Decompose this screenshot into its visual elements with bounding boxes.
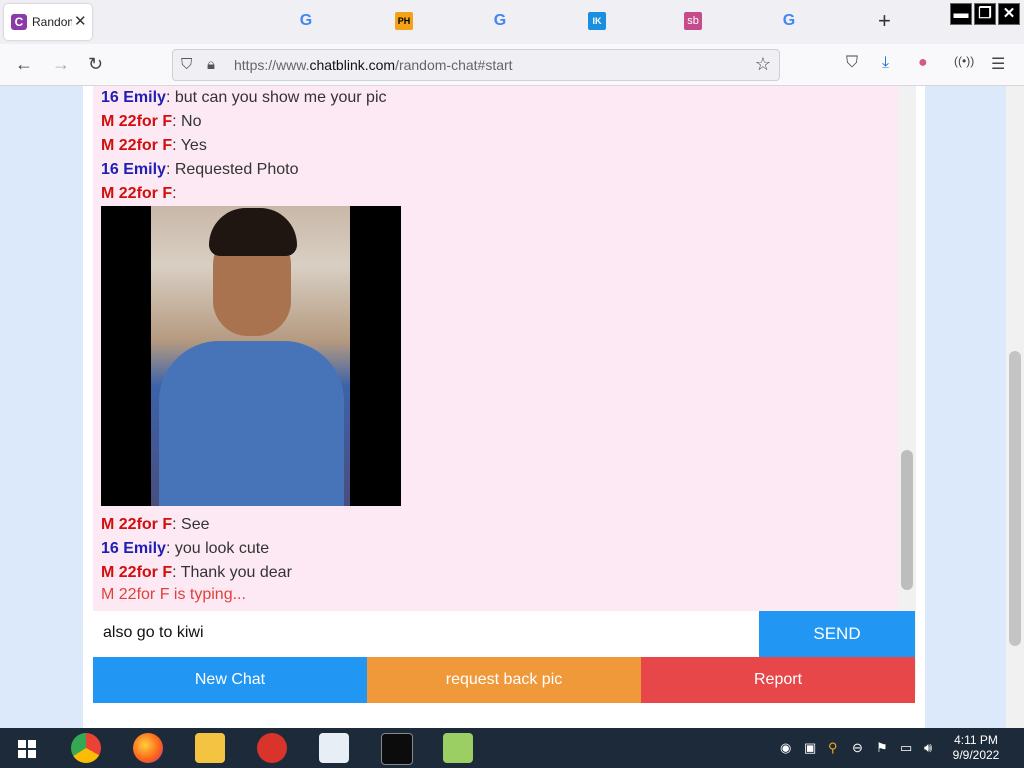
volume-icon[interactable]: 🔊︎	[924, 740, 932, 756]
flag-icon[interactable]: ⚑	[876, 740, 888, 756]
close-tab-icon[interactable]: ✕	[74, 12, 87, 30]
new-tab-icon[interactable]: +	[878, 8, 891, 34]
system-clock[interactable]: 4:11 PM 9/9/2022	[948, 733, 1004, 763]
navigation-bar: ← → ↻ ⛉ 🔒︎ https://www.chatblink.com/ran…	[0, 44, 1024, 86]
pinned-tab-ph[interactable]: PH	[395, 12, 413, 30]
forward-icon[interactable]: →	[52, 54, 70, 75]
page-scrollbar[interactable]	[1006, 86, 1024, 728]
chatblink-favicon-icon: C	[11, 14, 27, 30]
tab-title: Random Chat	[32, 15, 72, 29]
pinned-tab-sb[interactable]: sb	[684, 12, 702, 30]
chat-scrollbar[interactable]: ▼	[898, 86, 916, 694]
shared-photo[interactable]	[101, 206, 401, 506]
network-icon[interactable]: ◉	[780, 740, 791, 756]
new-chat-button[interactable]: New Chat	[93, 657, 367, 703]
restore-icon[interactable]: ❐	[974, 3, 996, 25]
typing-indicator: M 22for F is typing...	[101, 586, 246, 603]
chat-message: M 22for F:	[101, 185, 177, 202]
minimize-icon[interactable]: ▬	[950, 3, 972, 25]
pinned-tab-ik[interactable]: IK	[588, 12, 606, 30]
chat-message: M 22for F: Thank you dear	[101, 564, 292, 581]
tab-strip: C Random Chat ✕ G PH G IK sb G + ▬ ❐ ✕	[0, 0, 1024, 44]
chat-message: M 22for F: See	[101, 516, 210, 533]
chat-message: M 22for F: No	[101, 113, 202, 130]
printer-icon[interactable]: ▣	[804, 740, 816, 756]
app-p-icon[interactable]	[257, 733, 287, 763]
pocket-icon[interactable]: ⛉	[846, 54, 858, 72]
extension-icon[interactable]: ●	[918, 54, 928, 72]
download-icon[interactable]: ⤓	[882, 54, 889, 72]
address-bar[interactable]: ⛉ 🔒︎ https://www.chatblink.com/random-ch…	[172, 49, 780, 81]
clock-time: 4:11 PM	[954, 733, 998, 747]
chrome-icon[interactable]	[71, 733, 101, 763]
pinned-tab-google-1[interactable]: G	[297, 12, 315, 30]
message-input-area[interactable]	[93, 611, 759, 657]
chat-message: M 22for F: Yes	[101, 137, 207, 154]
extension-2-icon[interactable]: ((•))	[954, 54, 974, 68]
file-explorer-icon[interactable]	[195, 733, 225, 763]
request-pic-button[interactable]: request back pic	[367, 657, 641, 703]
message-input[interactable]	[101, 623, 745, 643]
menu-icon[interactable]: ☰	[991, 54, 1005, 74]
minus-circle-icon[interactable]: ⊖	[852, 740, 863, 756]
chat-message: 16 Emily: you look cute	[101, 540, 270, 557]
clock-date: 9/9/2022	[952, 748, 1000, 762]
terminal-icon[interactable]	[381, 733, 413, 765]
chat-scrollbar-thumb[interactable]	[901, 450, 913, 590]
lock-icon[interactable]: 🔒︎	[207, 56, 215, 73]
pinned-tab-google-2[interactable]: G	[491, 12, 509, 30]
display-icon[interactable]: ▭	[900, 740, 912, 756]
chat-log: 16 Emily: but can you show me your pic M…	[93, 86, 898, 694]
taskbar: ◉ ▣ ⚲ ⊖ ⚑ ▭ 🔊︎ 4:11 PM 9/9/2022	[0, 728, 1024, 768]
bookmark-star-icon[interactable]: ☆	[755, 54, 771, 75]
reload-icon[interactable]: ↻	[88, 54, 103, 75]
snipping-tool-icon[interactable]	[319, 733, 349, 763]
close-window-icon[interactable]: ✕	[998, 3, 1020, 25]
page-viewport: 16 Emily: but can you show me your pic M…	[0, 86, 1024, 728]
chat-message: 16 Emily: Requested Photo	[101, 161, 299, 178]
send-button[interactable]: SEND	[759, 611, 915, 657]
chat-message: 16 Emily: but can you show me your pic	[101, 89, 387, 106]
pinned-tab-google-3[interactable]: G	[780, 12, 798, 30]
search-icon[interactable]: ⚲	[828, 740, 838, 756]
notes-app-icon[interactable]	[443, 733, 473, 763]
tab-random-chat[interactable]: C Random Chat ✕	[4, 4, 92, 40]
back-icon[interactable]: ←	[15, 54, 33, 75]
firefox-icon[interactable]	[133, 733, 163, 763]
page-scrollbar-thumb[interactable]	[1009, 351, 1021, 646]
windows-start-icon[interactable]	[18, 740, 36, 758]
shield-icon[interactable]: ⛉	[181, 56, 192, 73]
url-text[interactable]: https://www.chatblink.com/random-chat#st…	[234, 57, 513, 73]
report-button[interactable]: Report	[641, 657, 915, 703]
